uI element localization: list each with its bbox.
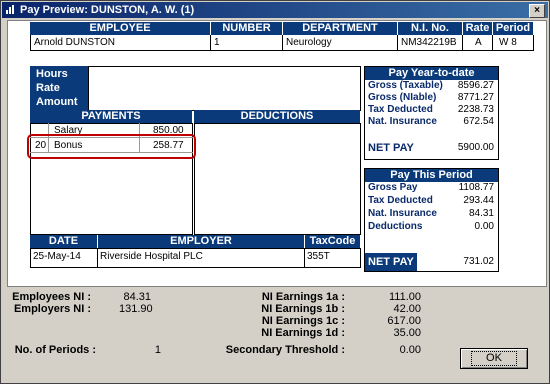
secondary-threshold-value: 0.00 (399, 344, 421, 356)
employee-department: Neurology (286, 37, 332, 48)
ytd-box: Pay Year-to-date Gross (Taxable) 8596.27 … (364, 66, 499, 160)
number-header: NUMBER (211, 22, 282, 35)
this-period-header: Pay This Period (365, 169, 498, 182)
rate-label: Rate (36, 82, 60, 94)
hours-label: Hours (36, 68, 68, 80)
employees-ni-value: 84.31 (123, 291, 151, 303)
divider (492, 35, 493, 51)
payments-header: PAYMENTS (30, 110, 192, 123)
date-header: DATE (30, 235, 97, 248)
ni-earnings-1a-label: NI Earnings 1a : (261, 291, 345, 303)
period-net-pay: NET PAY 731.02 (368, 256, 494, 268)
period-row: Tax Deducted 293.44 (368, 195, 494, 206)
ytd-row: Gross (NIable) 8771.27 (368, 92, 494, 103)
periods-label: No. of Periods : (14, 344, 96, 356)
tax-code: 355T (307, 251, 330, 262)
ni-earnings-1d-label: NI Earnings 1d : (261, 327, 345, 339)
this-period-box: Pay This Period Gross Pay 1108.77 Tax Ded… (364, 168, 499, 272)
close-button[interactable]: × (529, 4, 545, 18)
ytd-header: Pay Year-to-date (365, 67, 498, 80)
amount-label: Amount (36, 96, 78, 108)
ni-earnings-1b-value: 42.00 (393, 303, 421, 315)
periods-value: 1 (154, 344, 161, 356)
deductions-header: DEDUCTIONS (194, 110, 360, 123)
secondary-threshold-label: Secondary Threshold : (225, 344, 345, 356)
employer-name: Riverside Hospital PLC (100, 251, 203, 262)
deductions-list (194, 123, 361, 235)
ok-button-label: OK (471, 351, 517, 366)
rate-header: Rate (463, 22, 492, 35)
divider (462, 35, 463, 51)
divider (304, 248, 305, 268)
employee-ni-no: NM342219B (401, 37, 457, 48)
employer-header: EMPLOYER (98, 235, 304, 248)
ni-no-header: N.I. No. (398, 22, 462, 35)
period-header: Period (493, 22, 533, 35)
ytd-row: Gross (Taxable) 8596.27 (368, 80, 494, 91)
window-title: Pay Preview: DUNSTON, A. W. (1) (20, 4, 195, 16)
chart-icon (6, 5, 14, 14)
pay-preview-window: Pay Preview: DUNSTON, A. W. (1) × EMPLOY… (0, 0, 550, 384)
title-bar: Pay Preview: DUNSTON, A. W. (1) × (2, 2, 548, 18)
period-row: Gross Pay 1108.77 (368, 182, 494, 193)
employee-period: W 8 (499, 37, 517, 48)
employers-ni-label: Employers NI : (13, 303, 91, 315)
divider (97, 248, 98, 268)
ytd-net-pay: NET PAY 5900.00 (368, 142, 494, 154)
ni-earnings-1b-label: NI Earnings 1b : (261, 303, 345, 315)
divider (282, 35, 283, 51)
ytd-row: Nat. Insurance 672.54 (368, 116, 494, 127)
employee-number: 1 (214, 37, 220, 48)
period-row: Deductions 0.00 (368, 221, 494, 232)
ok-button[interactable]: OK (460, 348, 528, 369)
ni-earnings-1a-value: 111.00 (388, 291, 421, 303)
hours-values-box (88, 66, 361, 111)
period-row: Nat. Insurance 84.31 (368, 208, 494, 219)
employee-header: EMPLOYEE (30, 22, 210, 35)
ni-earnings-1c-label: NI Earnings 1c : (261, 315, 345, 327)
employees-ni-label: Employees NI : (12, 291, 91, 303)
bonus-highlight (27, 134, 196, 159)
pay-date: 25-May-14 (33, 251, 81, 262)
ni-earnings-1d-value: 35.00 (393, 327, 421, 339)
employers-ni-value: 131.90 (119, 303, 153, 315)
employee-rate: A (475, 37, 482, 48)
ni-earnings-1c-value: 617.00 (387, 315, 421, 327)
divider (210, 35, 211, 51)
department-header: DEPARTMENT (283, 22, 397, 35)
divider (397, 35, 398, 51)
ytd-row: Tax Deducted 2238.73 (368, 104, 494, 115)
employee-name: Arnold DUNSTON (34, 37, 115, 48)
taxcode-header: TaxCode (305, 235, 360, 248)
